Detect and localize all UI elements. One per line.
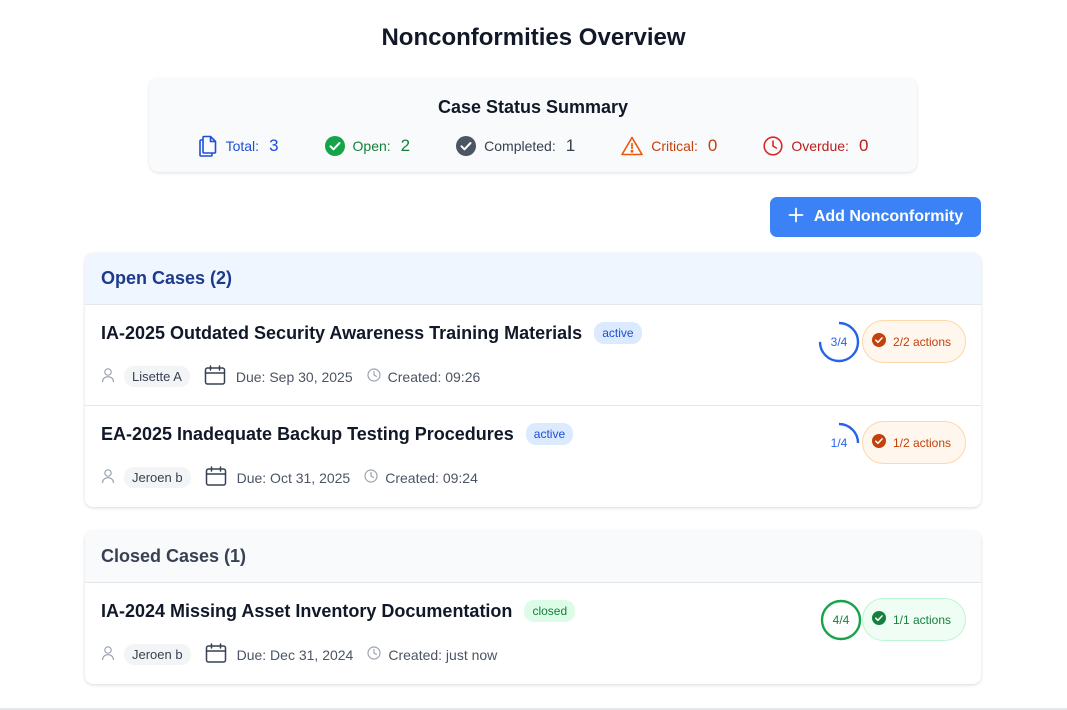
clock-icon	[367, 646, 381, 663]
case-row[interactable]: EA-2025 Inadequate Backup Testing Proced…	[85, 406, 981, 507]
check-circle-icon	[324, 136, 345, 156]
plus-icon	[788, 207, 804, 228]
actions-count: 1/1 actions	[892, 612, 951, 627]
case-title[interactable]: IA-2025 Outdated Security Awareness Trai…	[101, 323, 582, 344]
calendar-icon	[204, 365, 226, 388]
add-nonconformity-button[interactable]: Add Nonconformity	[770, 197, 981, 237]
status-badge: active	[594, 322, 642, 344]
stat-open: Open: 2	[324, 136, 411, 156]
stat-completed-value: 1	[565, 136, 576, 155]
stat-overdue: Overdue: 0	[763, 136, 868, 156]
copy-icon	[198, 135, 218, 157]
case-status-summary: Case Status Summary Total: 3 Open: 2 Com…	[149, 78, 917, 172]
actions-pill[interactable]: 1/1 actions	[861, 598, 966, 641]
case-meta: Jeroen b Due: Oct 31, 2025 Created: 09:2…	[101, 466, 478, 489]
stat-overdue-value: 0	[858, 136, 869, 155]
progress-ring: 4/4	[819, 598, 863, 642]
check-circle-icon	[871, 333, 886, 350]
stat-critical-value: 0	[707, 136, 718, 155]
case-title[interactable]: IA-2024 Missing Asset Inventory Document…	[101, 601, 512, 622]
case-title[interactable]: EA-2025 Inadequate Backup Testing Proced…	[101, 424, 514, 445]
clock-icon	[364, 469, 378, 486]
case-row[interactable]: IA-2024 Missing Asset Inventory Document…	[85, 583, 981, 684]
actions-pill[interactable]: 2/2 actions	[861, 320, 966, 363]
check-circle-icon	[871, 611, 886, 628]
user-icon	[101, 645, 115, 664]
clock-icon	[763, 136, 783, 156]
due-date: Due: Dec 31, 2024	[236, 646, 354, 663]
progress-label: 4/4	[832, 613, 850, 627]
progress-label: 3/4	[830, 335, 848, 349]
stat-completed-label: Completed:	[484, 138, 556, 154]
calendar-icon	[205, 466, 227, 489]
due-date: Due: Oct 31, 2025	[236, 469, 351, 486]
clock-icon	[367, 368, 381, 385]
closed-cases-section: Closed Cases (1) IA-2024 Missing Asset I…	[85, 531, 981, 684]
user-icon	[101, 468, 115, 487]
assignee-chip: Jeroen b	[124, 644, 191, 665]
warning-triangle-icon	[621, 136, 644, 156]
created-time: Created: 09:24	[385, 469, 478, 486]
check-circle-icon	[871, 434, 886, 451]
actions-count: 2/2 actions	[892, 334, 951, 349]
created-time: Created: 09:26	[387, 368, 481, 385]
stat-total: Total: 3	[198, 135, 279, 157]
summary-stats: Total: 3 Open: 2 Completed: 1 Critical: …	[149, 135, 917, 157]
stat-total-label: Total:	[225, 138, 260, 154]
open-cases-header[interactable]: Open Cases (2)	[85, 253, 981, 305]
status-badge: active	[525, 423, 574, 445]
stat-overdue-label: Overdue:	[791, 138, 849, 154]
page-title: Nonconformities Overview	[381, 24, 686, 51]
check-circle-icon	[456, 136, 477, 156]
closed-cases-header[interactable]: Closed Cases (1)	[85, 531, 981, 583]
case-meta: Lisette A Due: Sep 30, 2025 Created: 09:…	[101, 365, 480, 388]
open-cases-section: Open Cases (2) IA-2025 Outdated Security…	[85, 253, 981, 507]
stat-open-label: Open:	[352, 138, 391, 154]
stat-completed: Completed: 1	[456, 136, 575, 156]
case-row[interactable]: IA-2025 Outdated Security Awareness Trai…	[85, 305, 981, 406]
calendar-icon	[205, 643, 227, 666]
due-date: Due: Sep 30, 2025	[235, 368, 353, 385]
assignee-chip: Lisette A	[124, 366, 190, 387]
case-meta: Jeroen b Due: Dec 31, 2024 Created: just…	[101, 643, 497, 666]
add-nonconformity-label: Add Nonconformity	[813, 208, 964, 225]
actions-pill[interactable]: 1/2 actions	[861, 421, 966, 464]
stat-total-value: 3	[269, 136, 279, 155]
progress-label: 1/4	[830, 436, 848, 450]
stat-critical: Critical: 0	[621, 136, 717, 156]
summary-title: Case Status Summary	[437, 97, 629, 117]
created-time: Created: just now	[388, 646, 498, 663]
actions-count: 1/2 actions	[892, 435, 951, 450]
user-icon	[101, 367, 115, 386]
assignee-chip: Jeroen b	[124, 467, 191, 488]
progress-ring: 1/4	[817, 421, 861, 465]
stat-critical-label: Critical:	[651, 138, 698, 154]
progress-ring: 3/4	[817, 320, 861, 364]
status-badge: closed	[524, 600, 576, 622]
stat-open-value: 2	[400, 136, 411, 155]
